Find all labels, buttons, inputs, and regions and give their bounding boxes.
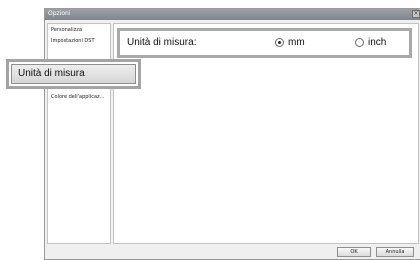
radio-mm-label[interactable]: mm <box>288 37 305 48</box>
unit-of-measure-row: Unità di misura: mm inch <box>117 28 412 58</box>
content-panel: Unità di misura: mm inch <box>113 23 419 244</box>
sidebar: Personalizza Impostazioni DST Colore del… <box>47 23 111 244</box>
options-dialog: Opzioni × Personalizza Impostazioni DST … <box>44 8 420 260</box>
window-title: Opzioni <box>48 10 71 17</box>
radio-inch[interactable] <box>355 38 364 47</box>
sidebar-item-personalizza[interactable]: Personalizza <box>51 27 82 33</box>
sidebar-item-impostazioni-dst[interactable]: Impostazioni DST <box>51 38 95 44</box>
close-icon[interactable]: × <box>412 10 420 18</box>
cancel-button[interactable]: Annulla <box>376 247 414 257</box>
ok-button[interactable]: OK <box>337 247 371 257</box>
title-bar: Opzioni × <box>45 9 420 20</box>
radio-mm[interactable] <box>275 38 284 47</box>
radio-inch-label[interactable]: inch <box>368 37 386 48</box>
sidebar-item-colore-applicazione[interactable]: Colore dell'applicaz... <box>51 94 104 100</box>
callout-label: Unità di misura <box>18 68 85 79</box>
sidebar-item-unita-di-misura[interactable]: Unità di misura <box>11 64 136 84</box>
zoom-callout: Unità di misura <box>6 59 141 89</box>
unit-of-measure-label: Unità di misura: <box>127 37 197 48</box>
